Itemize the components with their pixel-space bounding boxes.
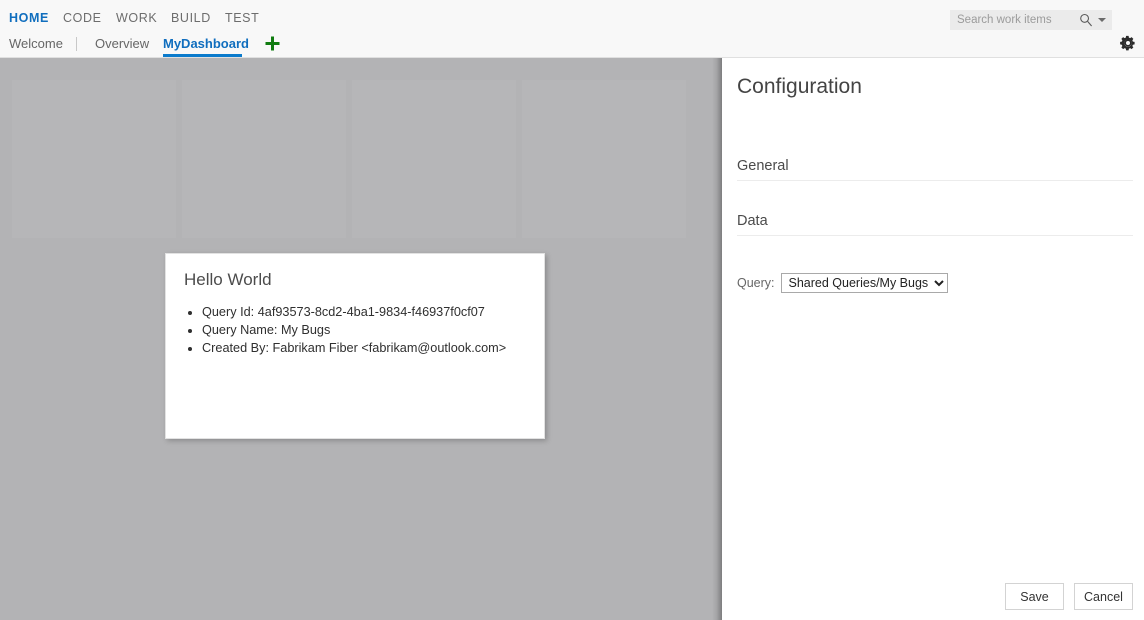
dashboard-canvas: Hello World Query Id: 4af93573-8cd2-4ba1… bbox=[0, 58, 722, 620]
hub-item-home[interactable]: HOME bbox=[9, 11, 49, 25]
active-tab-indicator bbox=[163, 54, 242, 57]
panel-edge-shadow bbox=[712, 58, 722, 620]
widget-title: Hello World bbox=[184, 270, 272, 290]
tab-overview[interactable]: Overview bbox=[95, 36, 149, 51]
list-item: Query Name: My Bugs bbox=[202, 321, 506, 339]
search-box[interactable] bbox=[950, 10, 1112, 30]
widget-placeholder-tile bbox=[352, 80, 516, 238]
tab-welcome[interactable]: Welcome bbox=[9, 36, 63, 51]
search-icon[interactable] bbox=[1079, 13, 1093, 27]
query-select[interactable]: Shared Queries/My Bugs bbox=[781, 273, 948, 293]
widget-placeholder-tile bbox=[182, 80, 346, 238]
hub-item-test[interactable]: TEST bbox=[225, 11, 259, 25]
tab-mydashboard[interactable]: MyDashboard bbox=[163, 36, 249, 51]
panel-footer-buttons: Save Cancel bbox=[1005, 583, 1133, 610]
page-title: Configuration bbox=[737, 75, 862, 99]
widget-detail-list: Query Id: 4af93573-8cd2-4ba1-9834-f46937… bbox=[182, 303, 506, 357]
configuration-panel: Configuration General Data Query: Shared… bbox=[722, 58, 1144, 620]
hub-item-build[interactable]: BUILD bbox=[171, 11, 211, 25]
query-field-label: Query: bbox=[737, 276, 775, 290]
widget-placeholder-tile bbox=[12, 80, 176, 238]
section-header-general: General bbox=[737, 158, 1133, 181]
cancel-button[interactable]: Cancel bbox=[1074, 583, 1133, 610]
hub-item-code[interactable]: CODE bbox=[63, 11, 102, 25]
list-item: Query Id: 4af93573-8cd2-4ba1-9834-f46937… bbox=[202, 303, 506, 321]
hub-item-work[interactable]: WORK bbox=[116, 11, 157, 25]
plus-icon[interactable] bbox=[264, 35, 281, 52]
section-header-data: Data bbox=[737, 213, 1133, 236]
app-root: HOME CODE WORK BUILD TEST bbox=[0, 0, 1144, 620]
tab-separator bbox=[76, 37, 77, 51]
chevron-down-icon[interactable] bbox=[1098, 18, 1106, 22]
widget-placeholder-tile bbox=[522, 80, 686, 238]
query-field-row: Query: Shared Queries/My Bugs bbox=[737, 273, 948, 293]
search-input[interactable] bbox=[957, 14, 1075, 26]
save-button[interactable]: Save bbox=[1005, 583, 1064, 610]
hello-world-widget[interactable]: Hello World Query Id: 4af93573-8cd2-4ba1… bbox=[165, 253, 545, 439]
list-item: Created By: Fabrikam Fiber <fabrikam@out… bbox=[202, 339, 506, 357]
